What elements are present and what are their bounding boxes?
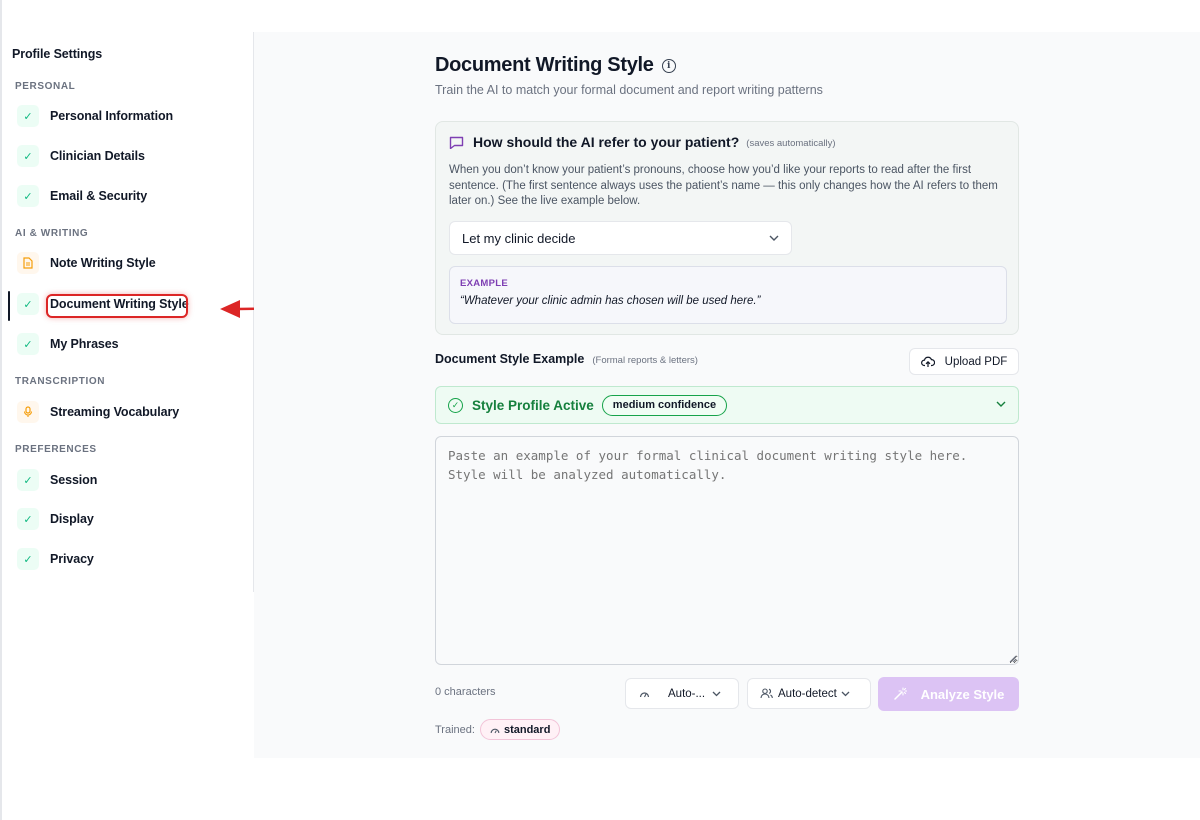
card-description: When you don’t know your patient’s prono… [449, 164, 998, 207]
chevron-down-icon [769, 232, 779, 244]
patient-reference-card: How should the AI refer to your patient?… [435, 121, 1019, 335]
document-icon [17, 252, 39, 274]
sidebar-item-clinician-details[interactable]: ✓ Clinician Details [17, 142, 145, 170]
main-content: Document Writing Style i Train the AI to… [254, 32, 1200, 758]
document-style-hint: (Formal reports & letters) [592, 355, 698, 366]
check-icon: ✓ [17, 508, 39, 530]
sidebar-item-document-writing-style[interactable]: ✓ Document Writing Style [17, 290, 189, 318]
trained-level-badge: standard [479, 719, 561, 740]
sidebar-item-label: My Phrases [50, 337, 119, 351]
sidebar-item-personal-information[interactable]: ✓ Personal Information [17, 102, 173, 130]
chevron-down-icon [841, 688, 850, 700]
sidebar-item-session[interactable]: ✓ Session [17, 466, 97, 494]
chevron-down-icon [996, 398, 1006, 410]
page-subtitle: Train the AI to match your formal docume… [435, 83, 823, 97]
style-example-textarea[interactable] [435, 436, 1019, 665]
active-item-indicator [8, 291, 10, 321]
auto-detect-dropdown[interactable]: Auto-detect [747, 678, 871, 709]
gauge-icon [490, 728, 500, 733]
sidebar-item-label: Personal Information [50, 109, 174, 123]
auto-level-label: Auto-... [668, 687, 706, 700]
document-style-header: Document Style Example (Formal reports &… [435, 352, 698, 366]
chevron-down-icon [712, 688, 721, 700]
card-title: How should the AI refer to your patient? [473, 134, 740, 150]
style-profile-status[interactable]: ✓ Style Profile Active medium confidence [435, 386, 1019, 424]
pronoun-select-value: Let my clinic decide [462, 230, 576, 246]
sidebar-item-note-writing-style[interactable]: Note Writing Style [17, 249, 156, 277]
check-icon: ✓ [17, 548, 39, 570]
check-icon: ✓ [17, 469, 39, 491]
section-label-preferences: PREFERENCES [15, 444, 97, 455]
info-icon[interactable]: i [661, 58, 676, 73]
upload-pdf-label: Upload PDF [944, 355, 1008, 368]
magic-wand-icon [893, 687, 907, 700]
style-profile-title: Style Profile Active [472, 397, 594, 413]
autosave-note: (saves automatically) [746, 137, 836, 149]
check-icon: ✓ [17, 185, 39, 207]
sidebar-title: Profile Settings [12, 47, 103, 61]
auto-detect-label: Auto-detect [778, 687, 837, 700]
trained-status: Trained: standard [435, 719, 561, 740]
trained-label: Trained: [435, 723, 475, 736]
sidebar-item-label: Streaming Vocabulary [50, 405, 180, 419]
sidebar-item-label: Clinician Details [50, 149, 145, 163]
check-circle-icon: ✓ [448, 397, 463, 413]
analyze-style-label: Analyze Style [920, 686, 1005, 702]
sidebar-item-streaming-vocabulary[interactable]: Streaming Vocabulary [17, 398, 179, 426]
example-preview: EXAMPLE “Whatever your clinic admin has … [449, 266, 1007, 324]
gauge-icon [639, 692, 650, 698]
sidebar-item-label: Session [50, 473, 98, 487]
example-text: “Whatever your clinic admin has chosen w… [460, 295, 761, 307]
sidebar-item-label: Display [50, 512, 94, 526]
example-label: EXAMPLE [460, 278, 509, 289]
auto-level-dropdown[interactable]: Auto-... [625, 678, 739, 709]
sidebar-item-email-security[interactable]: ✓ Email & Security [17, 182, 147, 210]
section-label-transcription: TRANSCRIPTION [15, 376, 106, 387]
confidence-badge: medium confidence [601, 394, 728, 416]
sidebar-item-privacy[interactable]: ✓ Privacy [17, 545, 94, 573]
sidebar-item-label: Email & Security [50, 189, 148, 203]
section-label-personal: PERSONAL [15, 81, 76, 92]
microphone-icon [17, 401, 39, 423]
sidebar-item-label: Note Writing Style [50, 256, 156, 270]
upload-pdf-button[interactable]: Upload PDF [909, 348, 1019, 375]
chat-bubble-icon [449, 136, 464, 149]
check-icon: ✓ [17, 293, 39, 315]
cloud-upload-icon [920, 356, 935, 367]
analyze-style-button[interactable]: Analyze Style [878, 677, 1019, 711]
pronoun-select[interactable]: Let my clinic decide [449, 221, 792, 255]
sidebar-item-my-phrases[interactable]: ✓ My Phrases [17, 330, 119, 358]
page-title: Document Writing Style i [435, 54, 676, 77]
check-icon: ✓ [17, 105, 39, 127]
trained-level-value: standard [503, 723, 551, 736]
document-style-label: Document Style Example [435, 352, 585, 366]
page-title-text: Document Writing Style [435, 54, 654, 76]
sidebar-item-label: Privacy [50, 552, 94, 566]
sidebar-item-label: Document Writing Style [50, 297, 189, 311]
users-icon [760, 688, 773, 699]
card-header: How should the AI refer to your patient?… [449, 134, 836, 150]
sidebar-item-display[interactable]: ✓ Display [17, 505, 94, 533]
section-label-ai-writing: AI & WRITING [15, 228, 89, 239]
check-icon: ✓ [17, 145, 39, 167]
check-icon: ✓ [17, 333, 39, 355]
settings-sidebar: Profile Settings PERSONAL ✓ Personal Inf… [2, 32, 254, 592]
character-count: 0 characters [435, 686, 496, 698]
